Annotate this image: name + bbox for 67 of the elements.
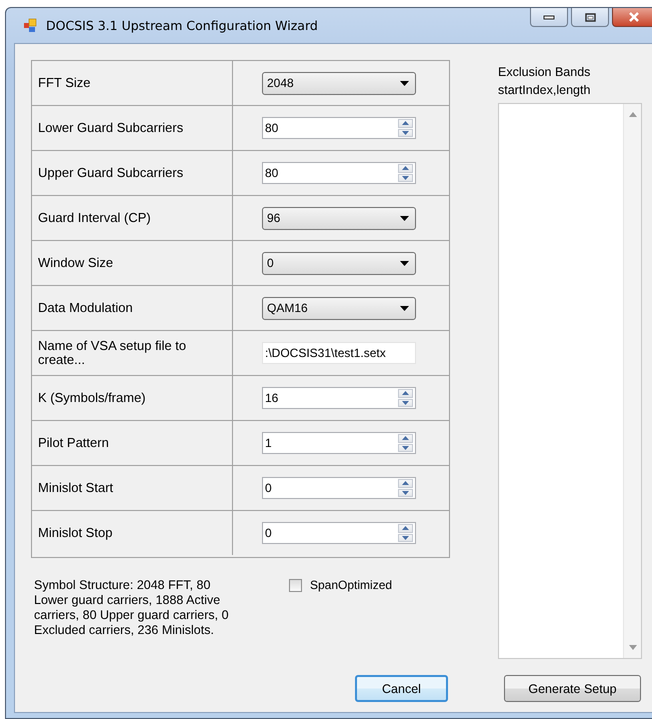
dropdown[interactable]: QAM16 xyxy=(262,296,416,320)
scroll-up-icon xyxy=(628,112,636,117)
minimize-icon xyxy=(543,14,555,20)
spin-box[interactable]: 0 xyxy=(262,522,416,544)
down-arrow-icon xyxy=(402,446,409,450)
window-title: DOCSIS 3.1 Upstream Configuration Wizard xyxy=(46,18,318,33)
down-arrow-icon xyxy=(402,490,409,495)
up-arrow-icon xyxy=(402,436,409,440)
down-arrow-icon xyxy=(402,130,409,135)
field-label: Upper Guard Subcarriers xyxy=(38,166,184,180)
spin-down-button[interactable] xyxy=(398,444,413,452)
dropdown[interactable]: 2048 xyxy=(262,72,416,94)
minimize-button[interactable] xyxy=(530,8,568,27)
checkbox-label: SpanOptimized xyxy=(310,578,392,592)
up-arrow-icon xyxy=(402,391,409,396)
field-label: Guard Interval (CP) xyxy=(38,211,151,225)
app-icon xyxy=(23,18,39,34)
file-name-field[interactable]: :\DOCSIS31\test1.setx xyxy=(262,342,416,364)
field-label: Minislot Start xyxy=(38,481,114,495)
exclusion-bands-label: Exclusion Bands startIndex,length xyxy=(498,64,592,99)
field-label: K (Symbols/frame) xyxy=(38,391,146,405)
caret-icon xyxy=(400,80,409,86)
spin-up-button[interactable] xyxy=(398,479,413,488)
spin-box[interactable]: 80 xyxy=(262,117,416,139)
up-arrow-icon xyxy=(402,481,409,486)
spin-up-button[interactable] xyxy=(398,119,413,128)
field-label: Minislot Stop xyxy=(38,526,112,540)
symbol-structure-summary: Symbol Structure: 2048 FFT, 80 Lower guard carriers, 1888 Active carriers, 80 Upper guard carriers, 0 Excluded carriers, 236 Minislots. xyxy=(34,578,230,639)
field-label: Pilot Pattern xyxy=(38,436,109,450)
field-label: Window Size xyxy=(38,256,114,270)
maximize-button[interactable] xyxy=(571,8,609,27)
caret-icon xyxy=(400,216,409,220)
up-arrow-icon xyxy=(402,121,409,126)
close-icon xyxy=(628,12,640,22)
field-label: Data Modulation xyxy=(38,301,133,315)
spin-box[interactable]: 80 xyxy=(262,162,416,184)
spin-down-button[interactable] xyxy=(398,128,413,137)
down-arrow-icon xyxy=(402,536,409,540)
scroll-down-icon xyxy=(628,645,636,650)
down-arrow-icon xyxy=(402,400,409,405)
checkbox[interactable] xyxy=(289,578,302,592)
spin-box[interactable]: 16 xyxy=(262,387,416,409)
field-label: Lower Guard Subcarriers xyxy=(38,121,184,135)
spin-box[interactable]: 0 xyxy=(262,477,416,499)
down-arrow-icon xyxy=(402,176,409,180)
spin-up-button[interactable] xyxy=(398,434,413,442)
spin-up-button[interactable] xyxy=(398,389,413,398)
spin-up-button[interactable] xyxy=(398,164,413,172)
close-button[interactable] xyxy=(612,8,652,27)
dropdown[interactable]: 0 xyxy=(262,252,416,274)
cancel-button[interactable]: Cancel xyxy=(355,675,448,702)
dropdown[interactable]: 96 xyxy=(262,206,416,230)
maximize-icon xyxy=(584,12,596,22)
field-label: FFT Size xyxy=(38,76,90,90)
spin-down-button[interactable] xyxy=(398,398,413,407)
spin-down-button[interactable] xyxy=(398,174,413,182)
scrollbar[interactable] xyxy=(623,104,641,658)
caret-icon xyxy=(400,260,409,266)
spin-box[interactable]: 1 xyxy=(262,432,416,454)
up-arrow-icon xyxy=(402,526,409,530)
spin-down-button[interactable] xyxy=(398,488,413,497)
spin-down-button[interactable] xyxy=(398,534,413,542)
field-label: Name of VSA setup file to create... xyxy=(38,339,188,367)
caret-icon xyxy=(400,306,409,310)
up-arrow-icon xyxy=(402,166,409,170)
generate-setup-button[interactable]: Generate Setup xyxy=(504,675,641,702)
spin-up-button[interactable] xyxy=(398,524,413,532)
